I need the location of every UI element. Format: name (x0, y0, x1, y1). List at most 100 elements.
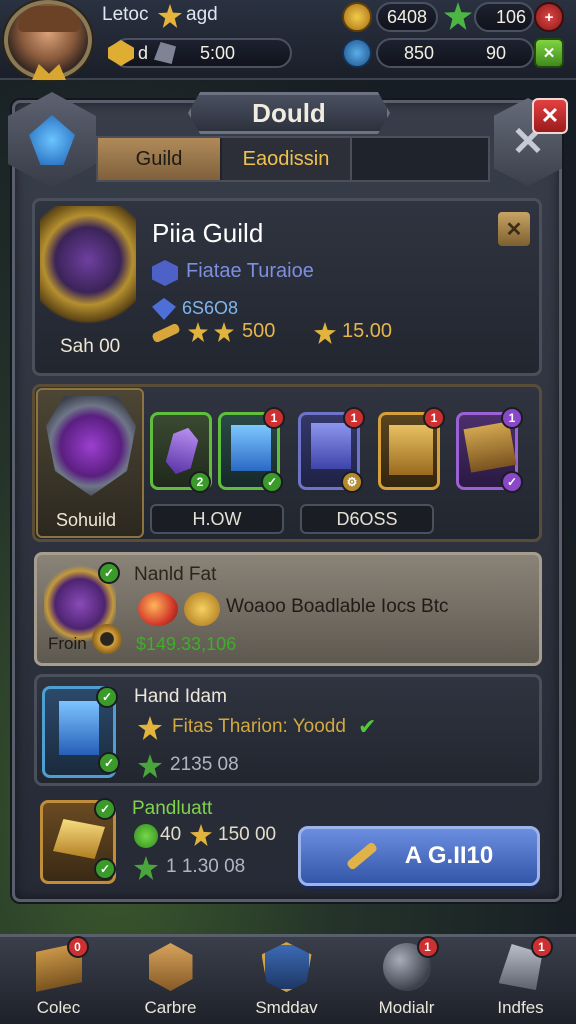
item-slot-gold-chest[interactable]: 1 (378, 407, 445, 490)
avatar-crest-icon (32, 64, 66, 80)
task2-title: Hand Idam (134, 686, 227, 707)
carbre-box-icon (145, 942, 197, 992)
item-slot-blue-cube[interactable]: 1 ✓ (218, 407, 285, 493)
nav-indfes-badge: 1 (530, 936, 553, 958)
nav-smddav-label: Smddav (255, 998, 318, 1017)
nav-collection-label: Colec (36, 998, 81, 1017)
gems-counter: 106 (474, 2, 534, 32)
modialr-orb-icon: 1 (381, 936, 439, 992)
nav-smddav[interactable]: Smddav (234, 938, 339, 1018)
task3-heart-icon (134, 824, 158, 848)
item-check-badge-2: ✓ (261, 471, 283, 493)
guild-stat-b: 15.00 (342, 320, 393, 342)
guild-edit-button[interactable]: ✕ (498, 212, 530, 246)
guild-action-button[interactable]: A G.II10 (298, 826, 540, 886)
guild-emblem-label: Sah 00 (60, 336, 121, 357)
energy-pill[interactable]: d 5:00 (108, 38, 292, 68)
task1-icon-label: Froin (48, 634, 87, 653)
gold-chest-icon (389, 425, 433, 475)
shield-label: Sohuild (56, 510, 117, 530)
crystal-value: 850 (403, 42, 435, 63)
shield-emblem[interactable]: Sohuild (36, 388, 144, 538)
task1-coin-icon (184, 592, 220, 626)
rune-cube-icon (311, 423, 351, 469)
task2-blue-cube-icon (59, 701, 99, 755)
blue-cube-icon (231, 425, 271, 471)
dialog-title-plate: Dould (188, 92, 390, 134)
player-avatar[interactable] (4, 0, 92, 80)
gold-counter: 6408 (376, 2, 438, 32)
indfes-stone-icon: 1 (495, 936, 553, 992)
item-badge-3: 1 (343, 407, 365, 429)
close-button[interactable]: ✕ (532, 98, 568, 134)
task1-reward: $149.33,106 (136, 634, 237, 654)
task1-potion-icon (138, 592, 178, 626)
purple-crystal-icon (163, 424, 201, 477)
stone-icon (154, 42, 177, 64)
nav-modialr[interactable]: 1 Modialr (354, 936, 459, 1018)
nav-indfes[interactable]: 1 Indfes (468, 936, 573, 1018)
task2-check-icon: ✔ (358, 714, 377, 739)
tab-eaodissin[interactable]: Eaodissin (222, 138, 352, 180)
guild-subtitle: Fiatae Turaioe (186, 260, 314, 282)
guild-name: Piia Guild (152, 218, 264, 248)
nav-carbre-label: Carbre (144, 998, 197, 1017)
item-badge-2: 1 (263, 407, 285, 429)
crest-crystal-icon (29, 115, 75, 165)
smddav-shield-icon (261, 942, 313, 992)
item-badge-4: 1 (423, 407, 445, 429)
inventory-button-a[interactable]: H.OW (150, 504, 284, 534)
task1-title: Nanld Fat (134, 564, 217, 585)
token-value: 90 (485, 42, 506, 63)
energy-label: d (138, 42, 149, 63)
task3-reward-a: 40 (160, 824, 182, 845)
dialog-title: Dould (252, 97, 326, 128)
task3-gold-ingot-icon (53, 819, 105, 859)
item-slot-rune-cube[interactable]: 1 ⚙ (298, 407, 365, 493)
item-badge-5: 1 (501, 407, 523, 429)
guild-emblem-knight-icon (40, 206, 136, 326)
nav-collection-badge: 0 (66, 936, 89, 958)
inventory-button-a-label: H.OW (192, 508, 242, 529)
task3-reward-b: 150 00 (218, 824, 277, 845)
nav-collection[interactable]: 0 Colec (6, 936, 111, 1018)
crystal-add-button[interactable]: ✕ (534, 38, 564, 68)
item-slot-purple-crystal[interactable]: 2 (150, 412, 212, 493)
item-check-badge-5: ✓ (501, 471, 523, 493)
item-slot-magic-box[interactable]: 1 ✓ (456, 407, 523, 493)
action-sword-icon (345, 841, 378, 871)
player-name: Letoc (102, 4, 149, 25)
task2-check-badge-top: ✓ (96, 686, 118, 708)
task3-title: Pandluatt (132, 798, 213, 819)
inventory-button-b-label: D6OSS (336, 508, 398, 529)
avatar-hair (18, 6, 80, 32)
task3-check-badge-bottom: ✓ (94, 858, 116, 880)
task2-desc: Fitas Tharion: Yoodd (172, 716, 346, 737)
tab-guild[interactable]: Guild (98, 138, 220, 180)
nav-modialr-badge: 1 (416, 936, 439, 958)
task1-desc: Woaoo Boadlable Iocs Btc (226, 596, 449, 617)
task2-check-badge-bottom: ✓ (98, 752, 120, 774)
task1-gear-icon (92, 624, 122, 654)
timer-value: 5:00 (200, 42, 236, 63)
task3-reward-c: 1 1.30 08 (166, 856, 246, 877)
task3-check-badge-top: ✓ (94, 798, 116, 820)
item-badge-1: 2 (189, 471, 211, 493)
magic-box-icon (463, 421, 517, 473)
nav-carbre[interactable]: Carbre (118, 938, 223, 1018)
crystal-counter: 850 90 (376, 38, 534, 68)
tab-eaodissin-label: Eaodissin (242, 147, 330, 170)
gems-add-button[interactable]: + (534, 2, 564, 32)
gold-value: 6408 (386, 6, 428, 27)
guild-action-label: A G.II10 (404, 842, 494, 869)
purple-shield-icon (46, 396, 136, 496)
tab-guild-label: Guild (135, 147, 183, 170)
gems-value: 106 (495, 6, 526, 27)
collection-chest-icon: 0 (33, 936, 89, 992)
gold-coin-icon (342, 2, 372, 32)
item-gear-badge-3: ⚙ (341, 471, 363, 493)
inventory-button-b[interactable]: D6OSS (300, 504, 434, 534)
nav-modialr-label: Modialr (378, 998, 435, 1017)
crystal-icon (342, 38, 372, 68)
task1-check-badge: ✓ (98, 562, 120, 584)
